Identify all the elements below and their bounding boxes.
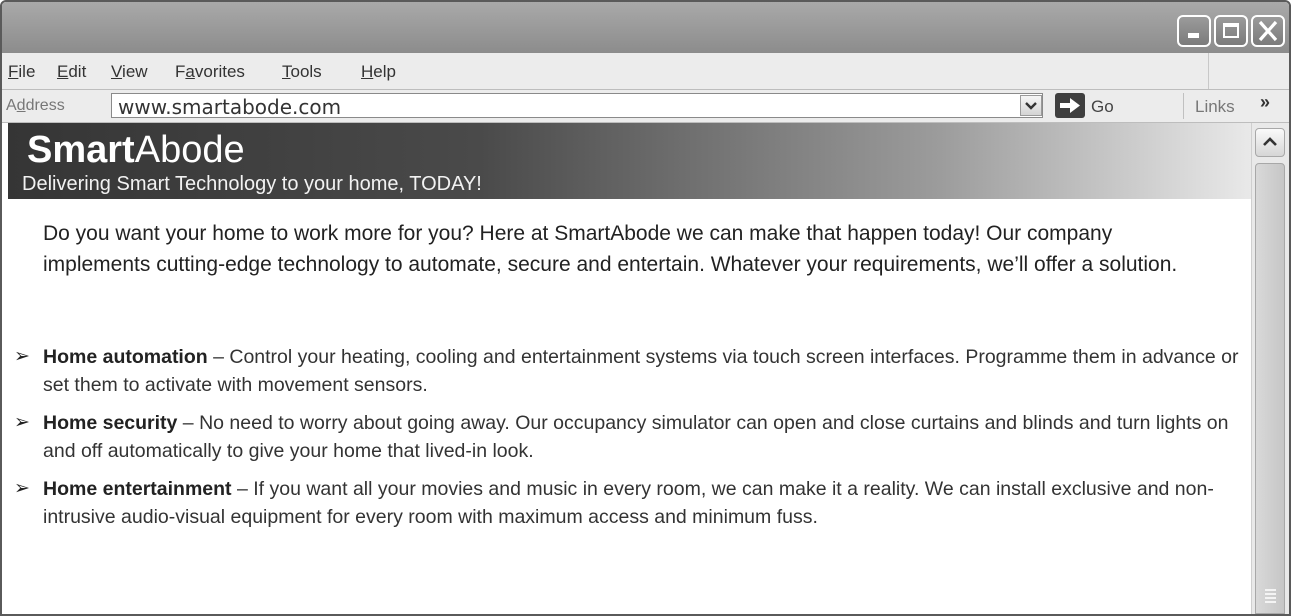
menu-help[interactable]: Help — [361, 62, 396, 82]
site-logo[interactable]: SmartAbode — [27, 130, 245, 170]
close-icon — [1258, 20, 1278, 42]
minimize-icon — [1179, 17, 1209, 45]
browser-window: File Edit View Favorites Tools Help Addr… — [0, 0, 1291, 616]
address-input[interactable]: www.smartabode.com — [111, 93, 1043, 119]
scrollbar-thumb[interactable] — [1255, 163, 1285, 614]
feature-text: – Control your heating, cooling and ente… — [43, 346, 1239, 396]
go-label[interactable]: Go — [1091, 97, 1114, 117]
menu-tools[interactable]: Tools — [282, 62, 322, 82]
links-separator — [1183, 93, 1184, 119]
page-content: SmartAbode Delivering Smart Technology t… — [2, 123, 1251, 614]
menu-favorites[interactable]: Favorites — [175, 62, 245, 82]
links-chevron-icon[interactable]: » — [1260, 92, 1270, 113]
title-bar[interactable] — [2, 2, 1289, 53]
vertical-scrollbar[interactable] — [1251, 123, 1289, 614]
menu-file[interactable]: File — [8, 62, 35, 82]
chevron-down-icon — [1025, 102, 1037, 110]
address-value: www.smartabode.com — [118, 95, 342, 119]
scroll-up-button[interactable] — [1255, 128, 1285, 157]
window-controls — [1177, 15, 1285, 47]
address-bar: Address www.smartabode.com Go Links » — [2, 90, 1289, 123]
list-item: ➢ Home security – No need to worry about … — [2, 409, 1242, 465]
arrow-right-icon — [1060, 98, 1080, 113]
menu-edit[interactable]: Edit — [57, 62, 86, 82]
maximize-button[interactable] — [1214, 15, 1248, 47]
minimize-button[interactable] — [1177, 15, 1211, 47]
bullet-arrow-icon: ➢ — [14, 412, 30, 433]
menu-view[interactable]: View — [111, 62, 148, 82]
close-button[interactable] — [1251, 15, 1285, 47]
grip-icon — [1265, 589, 1276, 605]
bullet-arrow-icon: ➢ — [14, 346, 30, 367]
feature-title: Home entertainment — [43, 478, 232, 500]
chevron-up-icon — [1263, 137, 1277, 146]
list-item: ➢ Home automation – Control your heating,… — [2, 343, 1242, 399]
go-button[interactable] — [1055, 93, 1085, 118]
feature-title: Home automation — [43, 346, 208, 368]
bullet-arrow-icon: ➢ — [14, 478, 30, 499]
menu-bar: File Edit View Favorites Tools Help — [2, 53, 1289, 90]
intro-paragraph: Do you want your home to work more for y… — [43, 222, 1178, 276]
site-tagline: Delivering Smart Technology to your home… — [22, 173, 482, 195]
address-dropdown-button[interactable] — [1020, 95, 1042, 116]
feature-title: Home security — [43, 412, 178, 434]
links-button[interactable]: Links — [1195, 97, 1235, 117]
feature-list: ➢ Home automation – Control your heating,… — [2, 343, 1242, 541]
feature-text: – No need to worry about going away. Our… — [43, 412, 1229, 462]
menu-separator — [1208, 53, 1209, 89]
maximize-icon — [1216, 17, 1246, 45]
site-banner: SmartAbode Delivering Smart Technology t… — [8, 123, 1251, 199]
list-item: ➢ Home entertainment – If you want all yo… — [2, 475, 1242, 531]
address-label: Address — [6, 97, 65, 114]
